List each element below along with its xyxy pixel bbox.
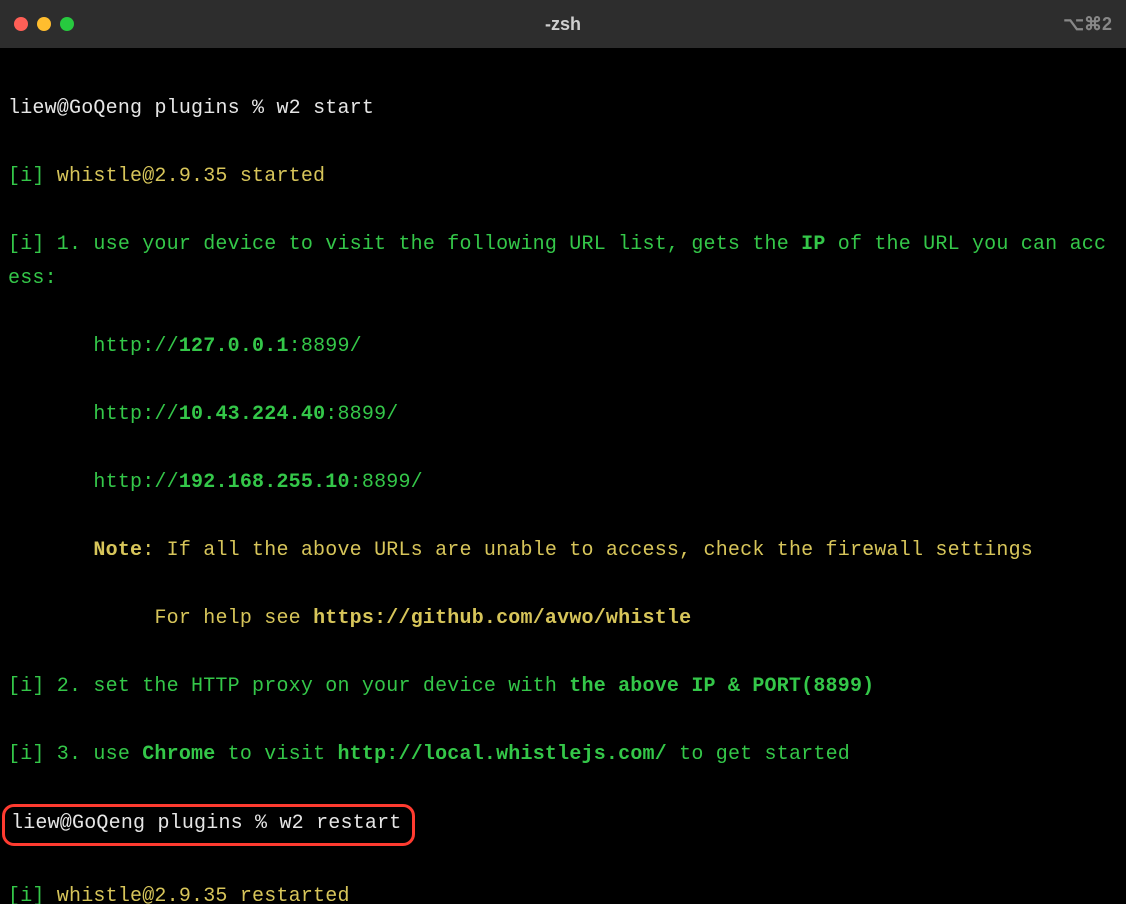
url-scheme: http:// <box>93 403 178 426</box>
output-line: [i] 1. use your device to visit the foll… <box>8 228 1118 296</box>
window-title: -zsh <box>545 9 581 40</box>
command-text: w2 restart <box>279 812 401 835</box>
output-line: [i] whistle@2.9.35 started <box>8 160 1118 194</box>
info-tag: [i] <box>8 885 45 904</box>
info-tag: [i] <box>8 743 45 766</box>
prompt-line: liew@GoQeng plugins % w2 start <box>8 92 1118 126</box>
terminal-body[interactable]: liew@GoQeng plugins % w2 start [i] whist… <box>0 48 1126 904</box>
titlebar-shortcut: ⌥⌘2 <box>1063 9 1112 40</box>
browser-name: Chrome <box>142 743 215 766</box>
url-scheme: http:// <box>93 335 178 358</box>
url-host: 192.168.255.10 <box>179 471 350 494</box>
url-host: 10.43.224.40 <box>179 403 325 426</box>
visit-url: http://local.whistlejs.com/ <box>337 743 666 766</box>
help-line: For help see https://github.com/avwo/whi… <box>8 602 1118 636</box>
step2-bold: the above IP & PORT(8899) <box>569 675 874 698</box>
restarted-text: whistle@2.9.35 restarted <box>45 885 350 904</box>
url-line: http://127.0.0.1:8899/ <box>8 330 1118 364</box>
highlight-box: liew@GoQeng plugins % w2 restart <box>2 804 415 846</box>
ip-label: IP <box>801 233 825 256</box>
titlebar: -zsh ⌥⌘2 <box>0 0 1126 48</box>
url-line: http://192.168.255.10:8899/ <box>8 466 1118 500</box>
info-tag: [i] <box>8 165 45 188</box>
prompt-sep: % <box>243 812 280 835</box>
prompt-cwd: plugins <box>154 97 239 120</box>
url-port: :8899/ <box>289 335 362 358</box>
command-text: w2 start <box>276 97 374 120</box>
output-line: [i] 2. set the HTTP proxy on your device… <box>8 670 1118 704</box>
prompt-sep: % <box>240 97 277 120</box>
prompt-user: liew@GoQeng <box>8 97 142 120</box>
step3-text: 3. use <box>45 743 143 766</box>
minimize-icon[interactable] <box>37 17 51 31</box>
highlighted-prompt: liew@GoQeng plugins % w2 restart <box>8 806 1118 846</box>
prompt-cwd: plugins <box>157 812 242 835</box>
close-icon[interactable] <box>14 17 28 31</box>
url-port: :8899/ <box>350 471 423 494</box>
started-text: whistle@2.9.35 started <box>45 165 326 188</box>
note-line: Note: If all the above URLs are unable t… <box>8 534 1118 568</box>
output-line: [i] 3. use Chrome to visit http://local.… <box>8 738 1118 772</box>
note-label: Note <box>93 539 142 562</box>
help-prefix: For help see <box>154 607 313 630</box>
step1-text: 1. use your device to visit the followin… <box>45 233 802 256</box>
step3-text: to get started <box>667 743 850 766</box>
zoom-icon[interactable] <box>60 17 74 31</box>
prompt-user: liew@GoQeng <box>11 812 145 835</box>
output-line: [i] whistle@2.9.35 restarted <box>8 880 1118 904</box>
url-scheme: http:// <box>93 471 178 494</box>
url-host: 127.0.0.1 <box>179 335 289 358</box>
url-line: http://10.43.224.40:8899/ <box>8 398 1118 432</box>
traffic-lights <box>14 17 74 31</box>
note-text: : If all the above URLs are unable to ac… <box>142 539 1033 562</box>
info-tag: [i] <box>8 675 45 698</box>
url-port: :8899/ <box>325 403 398 426</box>
info-tag: [i] <box>8 233 45 256</box>
step2-text: 2. set the HTTP proxy on your device wit… <box>45 675 570 698</box>
help-url: https://github.com/avwo/whistle <box>313 607 691 630</box>
step3-text: to visit <box>215 743 337 766</box>
